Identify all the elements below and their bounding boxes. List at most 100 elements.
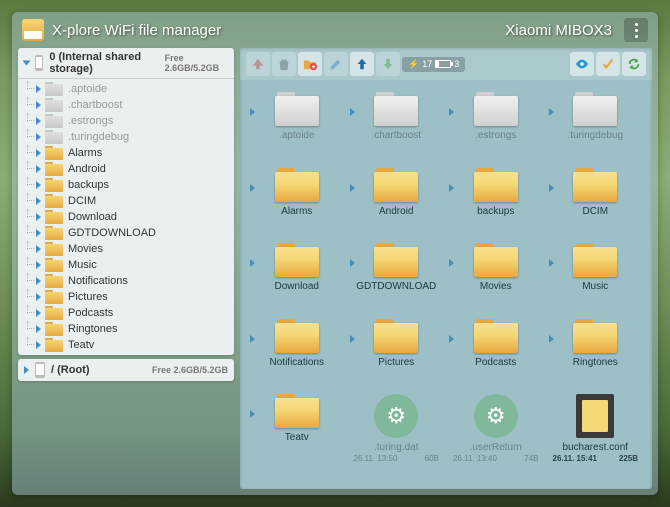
new-folder-button[interactable]	[298, 52, 322, 76]
chevron-right-icon[interactable]	[250, 410, 255, 418]
item-label: Ringtones	[573, 357, 618, 369]
edit-button[interactable]	[324, 52, 348, 76]
tree-item[interactable]: .chartboost	[18, 97, 234, 113]
tree-item[interactable]: .aptoide	[18, 81, 234, 97]
chevron-right-icon[interactable]	[36, 309, 41, 317]
chevron-right-icon[interactable]	[36, 277, 41, 285]
item-label: Pictures	[378, 357, 414, 369]
item-label: Podcasts	[475, 357, 516, 369]
grid-item[interactable]: ⚙.turing.dat26.11. 13:5060B	[348, 390, 446, 481]
chevron-right-icon[interactable]	[250, 259, 255, 267]
app-window: X-plore WiFi file manager Xiaomi MIBOX3 …	[12, 12, 658, 495]
tree-item-label: Android	[68, 163, 106, 175]
folder-icon	[45, 322, 63, 336]
tree-item[interactable]: Movies	[18, 241, 234, 257]
tree-item[interactable]: .estrongs	[18, 113, 234, 129]
grid-item[interactable]: Android	[348, 164, 446, 236]
storage-header[interactable]: 0 (Internal shared storage) Free 2.6GB/5…	[18, 48, 234, 79]
grid-item[interactable]: Podcasts	[447, 315, 545, 387]
tree-item[interactable]: Notifications	[18, 273, 234, 289]
tree-item[interactable]: Alarms	[18, 145, 234, 161]
chevron-right-icon[interactable]	[350, 108, 355, 116]
chevron-right-icon[interactable]	[250, 335, 255, 343]
grid-item[interactable]: Pictures	[348, 315, 446, 387]
grid-item[interactable]: bucharest.conf26.11. 15:41225B	[547, 390, 645, 481]
tree-item[interactable]: Teatv	[18, 337, 234, 353]
chevron-right-icon[interactable]	[549, 335, 554, 343]
chevron-down-icon[interactable]	[23, 61, 31, 66]
grid-item[interactable]: Movies	[447, 239, 545, 311]
root-panel[interactable]: / (Root) Free 2.6GB/5.2GB	[18, 359, 234, 381]
tree-item[interactable]: .turingdebug	[18, 129, 234, 145]
grid-item[interactable]: .turingdebug	[547, 88, 645, 160]
tree-item[interactable]: Music	[18, 257, 234, 273]
chevron-right-icon[interactable]	[36, 341, 41, 349]
chevron-right-icon[interactable]	[36, 325, 41, 333]
tree-item[interactable]: Ringtones	[18, 321, 234, 337]
chevron-right-icon[interactable]	[250, 184, 255, 192]
grid-item[interactable]: .estrongs	[447, 88, 545, 160]
chevron-right-icon[interactable]	[36, 149, 41, 157]
grid-item[interactable]: Music	[547, 239, 645, 311]
chevron-right-icon[interactable]	[449, 108, 454, 116]
tree-item[interactable]: Download	[18, 209, 234, 225]
grid-item[interactable]: .chartboost	[348, 88, 446, 160]
chevron-right-icon[interactable]	[549, 108, 554, 116]
menu-button[interactable]	[624, 18, 648, 42]
grid-item[interactable]: Alarms	[248, 164, 346, 236]
chevron-right-icon[interactable]	[36, 165, 41, 173]
select-all-button[interactable]	[596, 52, 620, 76]
chevron-right-icon[interactable]	[36, 293, 41, 301]
chevron-right-icon[interactable]	[549, 184, 554, 192]
grid-item[interactable]: DCIM	[547, 164, 645, 236]
tree-item[interactable]: Android	[18, 161, 234, 177]
item-label: Download	[275, 281, 319, 293]
titlebar: X-plore WiFi file manager Xiaomi MIBOX3	[12, 12, 658, 48]
chevron-right-icon[interactable]	[449, 259, 454, 267]
chevron-right-icon[interactable]	[250, 108, 255, 116]
chevron-right-icon[interactable]	[36, 181, 41, 189]
chevron-right-icon[interactable]	[350, 184, 355, 192]
item-label: .turing.dat	[374, 442, 418, 454]
gear-icon: ⚙	[374, 394, 418, 438]
refresh-button[interactable]	[622, 52, 646, 76]
grid-item[interactable]: backups	[447, 164, 545, 236]
delete-button[interactable]	[272, 52, 296, 76]
chevron-right-icon[interactable]	[36, 229, 41, 237]
grid-item[interactable]: Notifications	[248, 315, 346, 387]
chevron-right-icon[interactable]	[350, 259, 355, 267]
tree-item[interactable]: backups	[18, 177, 234, 193]
tree-item[interactable]: DCIM	[18, 193, 234, 209]
grid-item[interactable]: .aptoide	[248, 88, 346, 160]
grid-item[interactable]: Download	[248, 239, 346, 311]
tree-item[interactable]: Podcasts	[18, 305, 234, 321]
view-button[interactable]	[570, 52, 594, 76]
chevron-right-icon[interactable]	[449, 335, 454, 343]
upload-button[interactable]	[350, 52, 374, 76]
tree-item[interactable]: GDTDOWNLOAD	[18, 225, 234, 241]
folder-icon	[275, 243, 319, 277]
chevron-right-icon[interactable]	[549, 259, 554, 267]
download-button[interactable]	[376, 52, 400, 76]
grid-item[interactable]: ⚙.userReturn26.11. 13:4074B	[447, 390, 545, 481]
tree-item-label: Podcasts	[68, 307, 113, 319]
chevron-right-icon[interactable]	[36, 197, 41, 205]
grid-item[interactable]: Ringtones	[547, 315, 645, 387]
chevron-right-icon[interactable]	[36, 117, 41, 125]
up-button[interactable]	[246, 52, 270, 76]
chevron-right-icon[interactable]	[24, 366, 29, 374]
chevron-right-icon[interactable]	[36, 85, 41, 93]
grid-item[interactable]: Teatv	[248, 390, 346, 481]
chevron-right-icon[interactable]	[36, 133, 41, 141]
chevron-right-icon[interactable]	[36, 261, 41, 269]
tree-item-label: Ringtones	[68, 323, 118, 335]
grid-item[interactable]: GDTDOWNLOAD	[348, 239, 446, 311]
tree-item[interactable]: Pictures	[18, 289, 234, 305]
chevron-right-icon[interactable]	[36, 245, 41, 253]
chevron-right-icon[interactable]	[36, 213, 41, 221]
folder-icon	[374, 243, 418, 277]
folder-icon	[45, 162, 63, 176]
chevron-right-icon[interactable]	[449, 184, 454, 192]
chevron-right-icon[interactable]	[350, 335, 355, 343]
chevron-right-icon[interactable]	[36, 101, 41, 109]
